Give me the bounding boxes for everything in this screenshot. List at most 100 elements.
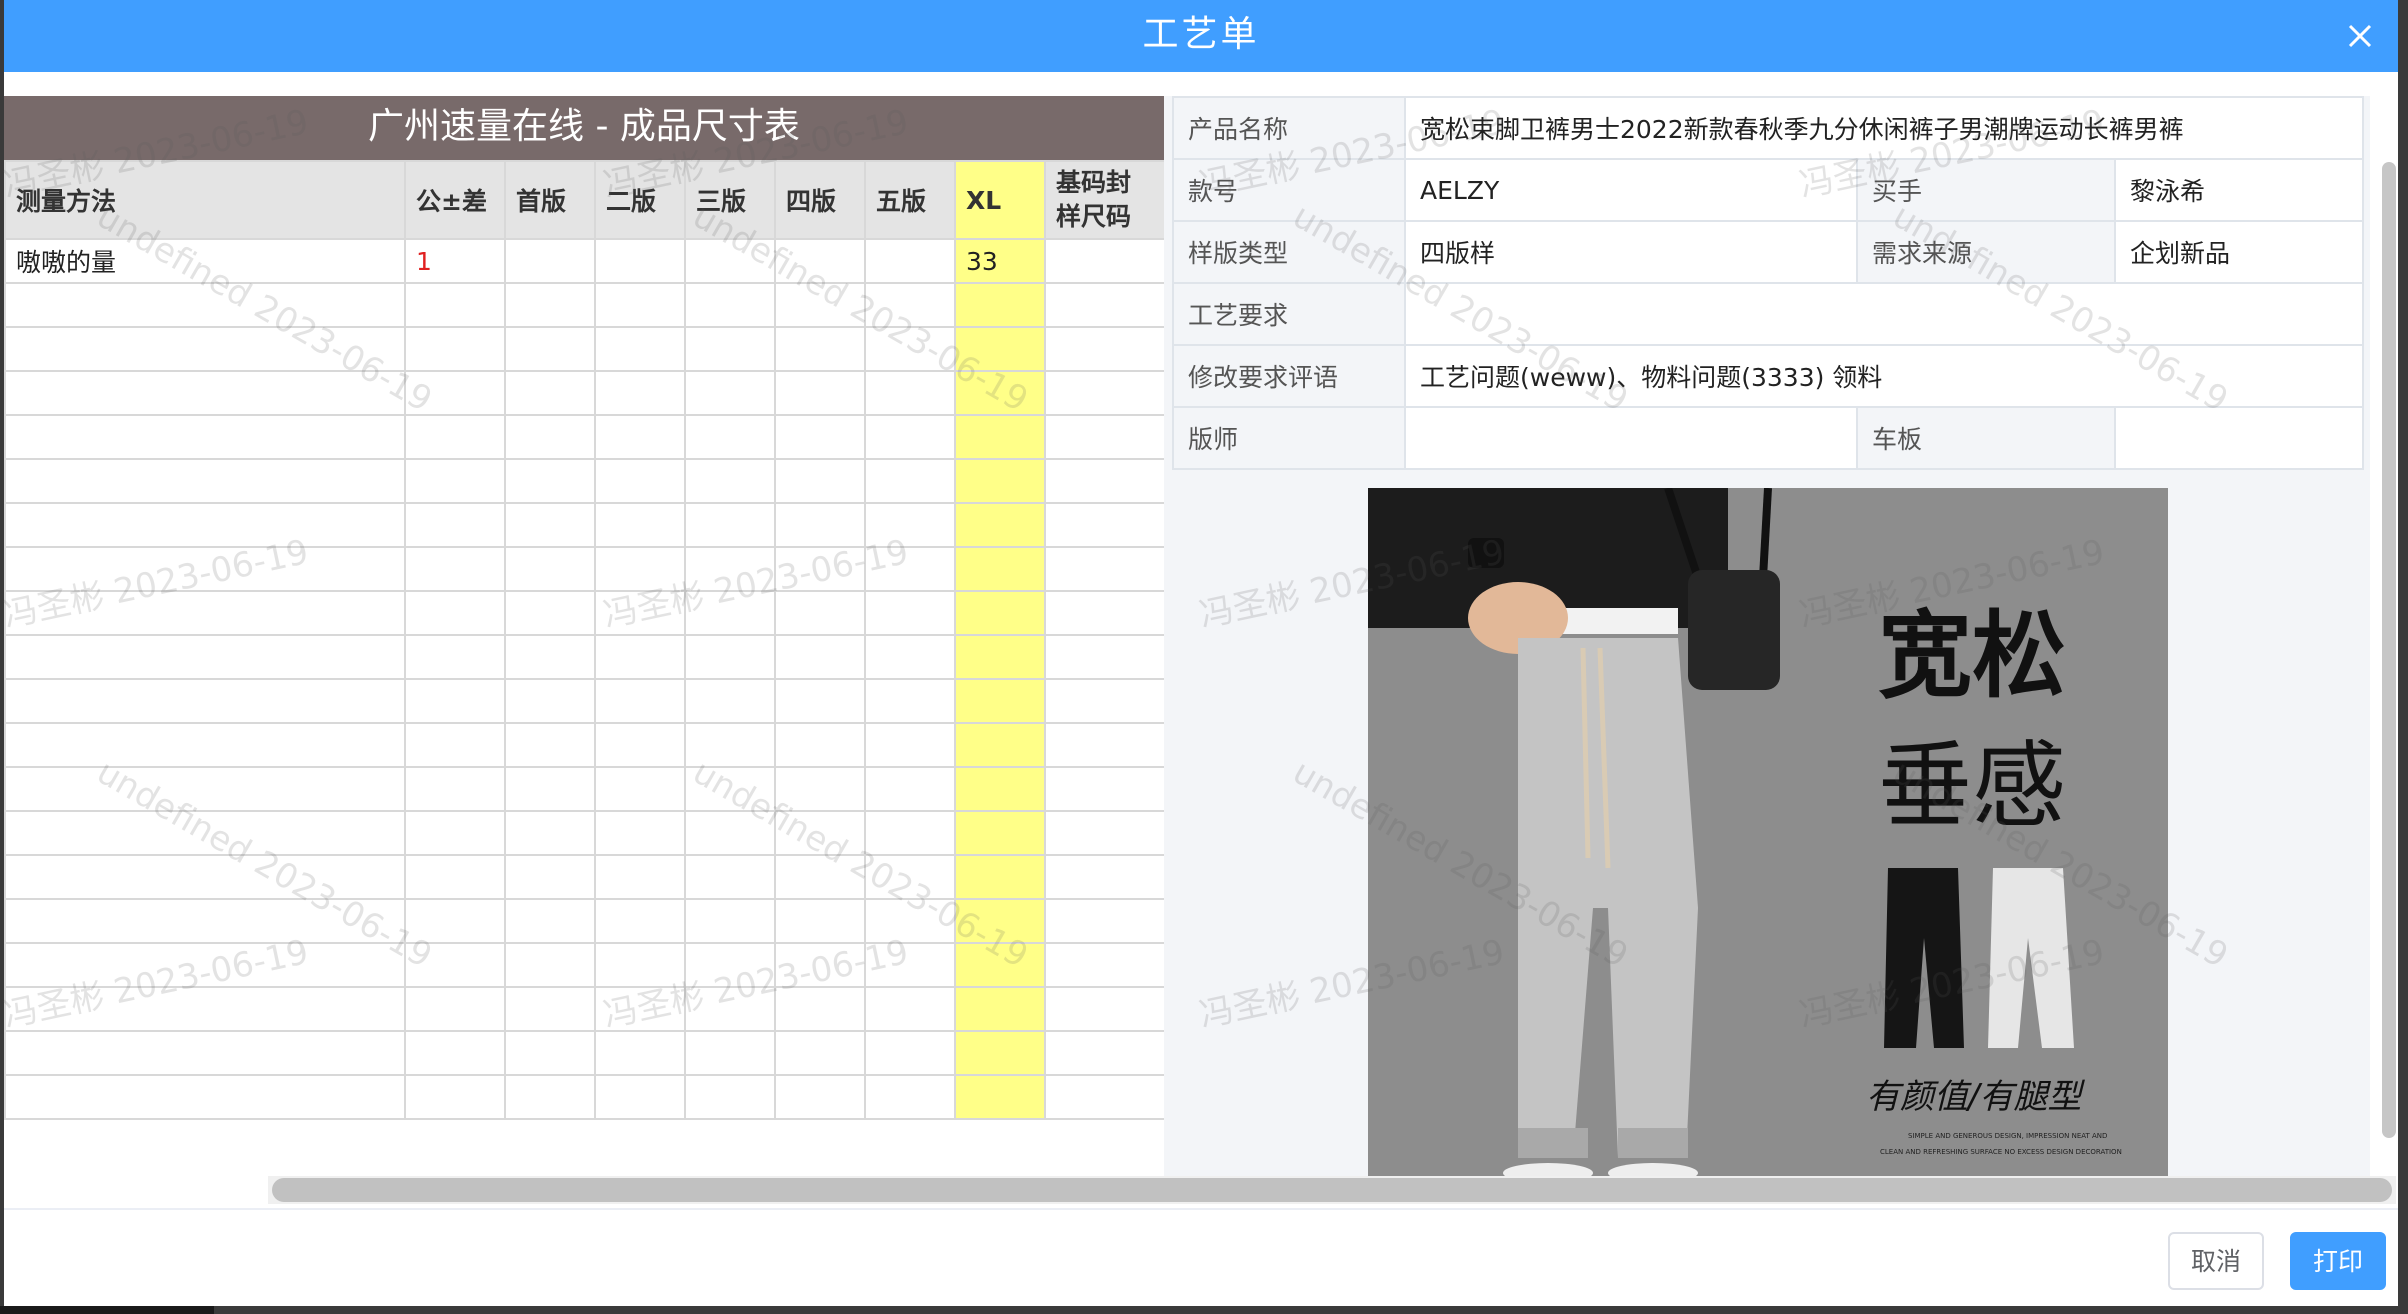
cell-v3[interactable] bbox=[684, 1030, 776, 1076]
cell-v5[interactable] bbox=[864, 722, 956, 768]
cell-v1[interactable] bbox=[504, 678, 596, 724]
cell-v5[interactable] bbox=[864, 810, 956, 856]
cell-v1[interactable] bbox=[504, 942, 596, 988]
cell-v1[interactable] bbox=[504, 546, 596, 592]
cell-method[interactable] bbox=[4, 722, 406, 768]
cell-tolerance[interactable] bbox=[404, 414, 506, 460]
cell-v3[interactable] bbox=[684, 370, 776, 416]
cell-v2[interactable] bbox=[594, 458, 686, 504]
cell-tolerance[interactable] bbox=[404, 282, 506, 328]
cell-v3[interactable] bbox=[684, 722, 776, 768]
cell-base-size[interactable] bbox=[1044, 238, 1164, 284]
cell-xl[interactable] bbox=[954, 898, 1046, 944]
cell-v4[interactable] bbox=[774, 458, 866, 504]
cell-v5[interactable] bbox=[864, 502, 956, 548]
cell-v2[interactable] bbox=[594, 766, 686, 812]
cell-method[interactable] bbox=[4, 502, 406, 548]
cell-base-size[interactable] bbox=[1044, 986, 1164, 1032]
cell-tolerance[interactable] bbox=[404, 1030, 506, 1076]
cell-v5[interactable] bbox=[864, 1074, 956, 1120]
cell-v3[interactable] bbox=[684, 546, 776, 592]
cell-tolerance[interactable] bbox=[404, 1074, 506, 1120]
vertical-scrollbar[interactable] bbox=[2382, 162, 2396, 1138]
cell-method[interactable] bbox=[4, 810, 406, 856]
cell-v4[interactable] bbox=[774, 414, 866, 460]
cell-v3[interactable] bbox=[684, 986, 776, 1032]
cell-v1[interactable] bbox=[504, 282, 596, 328]
cell-v1[interactable] bbox=[504, 590, 596, 636]
cell-v1[interactable] bbox=[504, 502, 596, 548]
cell-v1[interactable] bbox=[504, 1074, 596, 1120]
cell-tolerance[interactable] bbox=[404, 370, 506, 416]
cell-tolerance[interactable] bbox=[404, 810, 506, 856]
cell-xl[interactable] bbox=[954, 854, 1046, 900]
print-button[interactable]: 打印 bbox=[2290, 1232, 2386, 1290]
cell-tolerance[interactable] bbox=[404, 326, 506, 372]
cell-base-size[interactable] bbox=[1044, 634, 1164, 680]
cell-v1[interactable] bbox=[504, 414, 596, 460]
cell-v2[interactable] bbox=[594, 1074, 686, 1120]
cell-v4[interactable] bbox=[774, 722, 866, 768]
cell-method[interactable] bbox=[4, 1030, 406, 1076]
cell-v2[interactable] bbox=[594, 634, 686, 680]
cell-v5[interactable] bbox=[864, 942, 956, 988]
cell-base-size[interactable] bbox=[1044, 282, 1164, 328]
cell-tolerance[interactable] bbox=[404, 502, 506, 548]
cell-v5[interactable] bbox=[864, 854, 956, 900]
cell-v1[interactable] bbox=[504, 854, 596, 900]
cell-xl[interactable] bbox=[954, 766, 1046, 812]
cell-xl[interactable] bbox=[954, 282, 1046, 328]
cell-v3[interactable] bbox=[684, 458, 776, 504]
cell-v2[interactable] bbox=[594, 502, 686, 548]
cell-tolerance[interactable] bbox=[404, 590, 506, 636]
cell-v3[interactable] bbox=[684, 414, 776, 460]
cell-v2[interactable] bbox=[594, 678, 686, 724]
cell-v5[interactable] bbox=[864, 326, 956, 372]
cell-xl[interactable] bbox=[954, 722, 1046, 768]
cell-xl[interactable] bbox=[954, 546, 1046, 592]
cell-xl[interactable] bbox=[954, 810, 1046, 856]
cell-tolerance[interactable] bbox=[404, 854, 506, 900]
cell-v1[interactable] bbox=[504, 766, 596, 812]
cell-v4[interactable] bbox=[774, 810, 866, 856]
cell-xl[interactable] bbox=[954, 1074, 1046, 1120]
cell-tolerance[interactable] bbox=[404, 766, 506, 812]
cell-v1[interactable] bbox=[504, 898, 596, 944]
cell-xl[interactable] bbox=[954, 986, 1046, 1032]
cell-v2[interactable] bbox=[594, 590, 686, 636]
cell-v4[interactable] bbox=[774, 898, 866, 944]
cell-v3[interactable] bbox=[684, 326, 776, 372]
cell-tolerance[interactable] bbox=[404, 986, 506, 1032]
cell-v5[interactable] bbox=[864, 458, 956, 504]
cell-method[interactable] bbox=[4, 414, 406, 460]
cell-v3[interactable] bbox=[684, 854, 776, 900]
cell-method[interactable] bbox=[4, 854, 406, 900]
cell-xl[interactable] bbox=[954, 458, 1046, 504]
cell-v2[interactable] bbox=[594, 986, 686, 1032]
cell-base-size[interactable] bbox=[1044, 370, 1164, 416]
cell-v4[interactable] bbox=[774, 502, 866, 548]
cell-xl[interactable]: 33 bbox=[954, 238, 1046, 284]
cell-v3[interactable] bbox=[684, 810, 776, 856]
cell-method[interactable] bbox=[4, 766, 406, 812]
cell-v3[interactable] bbox=[684, 634, 776, 680]
cell-v4[interactable] bbox=[774, 942, 866, 988]
cell-v5[interactable] bbox=[864, 678, 956, 724]
cell-base-size[interactable] bbox=[1044, 414, 1164, 460]
cell-method[interactable] bbox=[4, 370, 406, 416]
cell-v4[interactable] bbox=[774, 546, 866, 592]
cell-xl[interactable] bbox=[954, 634, 1046, 680]
cell-v4[interactable] bbox=[774, 590, 866, 636]
cell-v2[interactable] bbox=[594, 546, 686, 592]
cell-xl[interactable] bbox=[954, 678, 1046, 724]
cell-tolerance[interactable]: 1 bbox=[404, 238, 506, 284]
cell-method[interactable] bbox=[4, 458, 406, 504]
cell-base-size[interactable] bbox=[1044, 502, 1164, 548]
cell-v1[interactable] bbox=[504, 238, 596, 284]
cell-v3[interactable] bbox=[684, 678, 776, 724]
cell-xl[interactable] bbox=[954, 502, 1046, 548]
cell-v2[interactable] bbox=[594, 370, 686, 416]
cell-xl[interactable] bbox=[954, 942, 1046, 988]
cell-v4[interactable] bbox=[774, 766, 866, 812]
cell-base-size[interactable] bbox=[1044, 1030, 1164, 1076]
